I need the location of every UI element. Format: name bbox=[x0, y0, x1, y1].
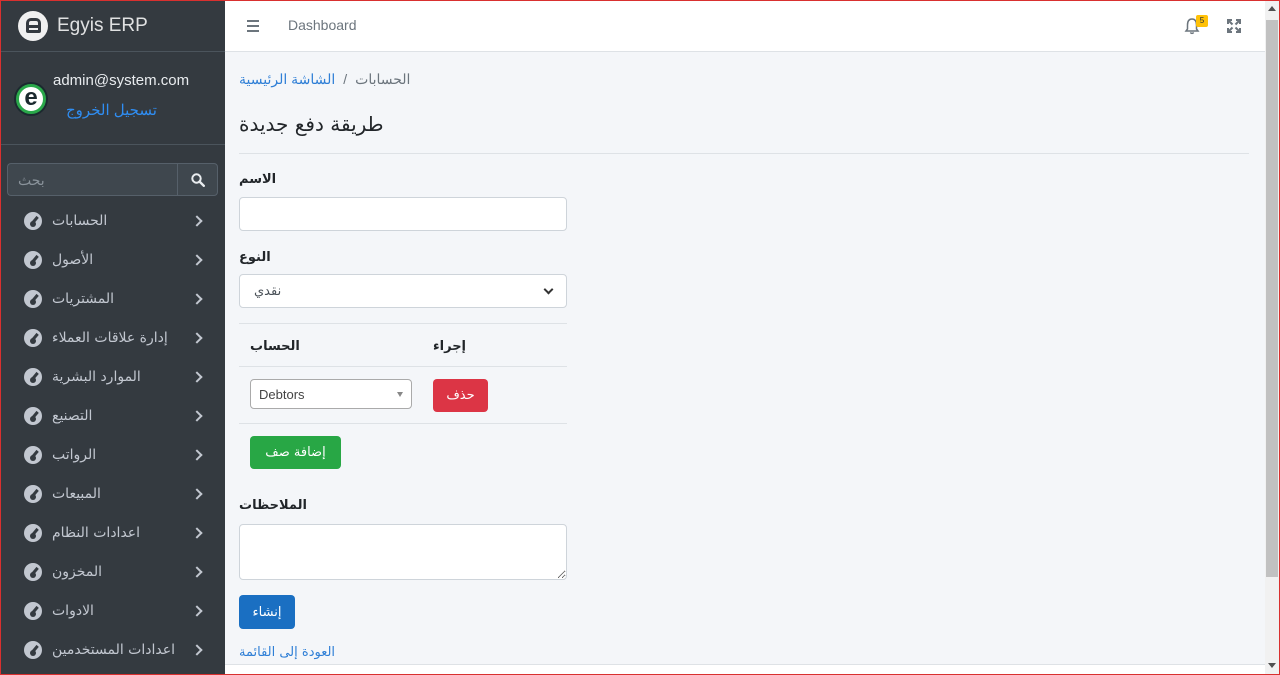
sidebar-item-label: اعدادات المستخدمين bbox=[52, 641, 175, 658]
account-select[interactable]: Debtors bbox=[250, 379, 412, 409]
logout-link[interactable]: تسجيل الخروج bbox=[66, 101, 157, 119]
breadcrumb-separator: / bbox=[343, 71, 348, 87]
chevron-left-icon bbox=[191, 604, 203, 617]
dashboard-gauge-icon bbox=[24, 250, 42, 269]
column-header-action: إجراء bbox=[433, 339, 467, 354]
user-email[interactable]: admin@system.com bbox=[53, 72, 189, 89]
chevron-left-icon bbox=[191, 331, 203, 344]
type-select-value: نقدي bbox=[254, 283, 282, 299]
column-header-account: الحساب bbox=[250, 339, 300, 354]
sidebar-item-label: المخزون bbox=[52, 563, 103, 580]
breadcrumb-current: الحسابات bbox=[355, 71, 411, 87]
sidebar-search bbox=[7, 163, 218, 196]
account-select-value: Debtors bbox=[259, 386, 305, 402]
chevron-left-icon bbox=[191, 448, 203, 461]
sidebar-item-hr[interactable]: الموارد البشرية bbox=[0, 357, 225, 396]
dashboard-gauge-icon bbox=[24, 367, 42, 386]
chevron-left-icon bbox=[191, 370, 203, 383]
top-navbar: Dashboard 5 bbox=[225, 0, 1280, 52]
dashboard-gauge-icon bbox=[24, 328, 42, 347]
page-title: طريقة دفع جديدة bbox=[239, 112, 384, 136]
chevron-left-icon bbox=[191, 409, 203, 422]
table-header: الحساب إجراء bbox=[239, 323, 567, 367]
chevron-left-icon bbox=[191, 643, 203, 656]
user-panel: e admin@system.com تسجيل الخروج bbox=[0, 52, 225, 145]
name-label: الاسم bbox=[239, 172, 277, 187]
dashboard-gauge-icon bbox=[24, 601, 42, 620]
notification-badge: 5 bbox=[1196, 15, 1208, 27]
name-input[interactable] bbox=[239, 197, 567, 231]
sidebar-item-system-settings[interactable]: اعدادات النظام bbox=[0, 513, 225, 552]
chevron-left-icon bbox=[191, 214, 203, 227]
brand-logo-icon bbox=[18, 10, 48, 41]
sidebar-item-label: الرواتب bbox=[52, 446, 97, 463]
sidebar-item-label: الأصول bbox=[52, 251, 94, 268]
dashboard-gauge-icon bbox=[24, 406, 42, 425]
sidebar-search-input[interactable] bbox=[7, 163, 177, 196]
fullscreen-icon[interactable] bbox=[1227, 19, 1241, 33]
sidebar: Egyis ERP e admin@system.com تسجيل الخرو… bbox=[0, 0, 225, 675]
notes-label: الملاحظات bbox=[239, 498, 307, 513]
type-label: النوع bbox=[239, 250, 271, 265]
sidebar-item-label: الحسابات bbox=[52, 212, 108, 229]
sidebar-item-inventory[interactable]: المخزون bbox=[0, 552, 225, 591]
dashboard-link[interactable]: Dashboard bbox=[288, 17, 357, 33]
scroll-up-arrow-icon[interactable] bbox=[1268, 6, 1276, 11]
add-row-button[interactable]: إضافة صف bbox=[250, 436, 341, 469]
sidebar-item-label: الموارد البشرية bbox=[52, 368, 141, 385]
chevron-left-icon bbox=[191, 253, 203, 266]
accounts-table: الحساب إجراء Debtors حذف bbox=[239, 323, 567, 424]
breadcrumb: الشاشة الرئيسية / الحسابات bbox=[239, 71, 410, 88]
dashboard-gauge-icon bbox=[24, 523, 42, 542]
sidebar-item-label: إدارة علاقات العملاء bbox=[52, 329, 168, 346]
chevron-down-icon bbox=[543, 284, 554, 295]
dashboard-gauge-icon bbox=[24, 289, 42, 308]
breadcrumb-home-link[interactable]: الشاشة الرئيسية bbox=[239, 71, 335, 88]
notes-textarea[interactable] bbox=[239, 524, 567, 580]
create-button[interactable]: إنشاء bbox=[239, 595, 295, 629]
type-select[interactable]: نقدي bbox=[239, 274, 567, 308]
delete-row-button[interactable]: حذف bbox=[433, 379, 488, 412]
chevron-left-icon bbox=[191, 565, 203, 578]
sidebar-item-label: اعدادات النظام bbox=[52, 524, 141, 541]
sidebar-item-label: المشتريات bbox=[52, 290, 115, 307]
sidebar-item-label: المبيعات bbox=[52, 485, 101, 502]
sidebar-nav: الحسابات الأصول المشتريات إدارة علاقات ا… bbox=[0, 201, 225, 669]
sidebar-item-user-settings[interactable]: اعدادات المستخدمين bbox=[0, 630, 225, 669]
avatar: e bbox=[14, 82, 48, 116]
table-row: Debtors حذف bbox=[239, 367, 567, 424]
sidebar-item-sales[interactable]: المبيعات bbox=[0, 474, 225, 513]
caret-down-icon bbox=[397, 391, 403, 397]
scrollbar-thumb[interactable] bbox=[1266, 20, 1278, 577]
dashboard-gauge-icon bbox=[24, 211, 42, 230]
chevron-left-icon bbox=[191, 487, 203, 500]
back-to-list-link[interactable]: العودة إلى القائمة bbox=[239, 645, 335, 660]
sidebar-item-crm[interactable]: إدارة علاقات العملاء bbox=[0, 318, 225, 357]
brand[interactable]: Egyis ERP bbox=[0, 0, 225, 52]
footer-edge bbox=[225, 664, 1265, 675]
dashboard-gauge-icon bbox=[24, 484, 42, 503]
chevron-left-icon bbox=[191, 292, 203, 305]
sidebar-item-payroll[interactable]: الرواتب bbox=[0, 435, 225, 474]
dashboard-gauge-icon bbox=[24, 640, 42, 659]
chevron-left-icon bbox=[191, 526, 203, 539]
sidebar-item-manufacturing[interactable]: التصنيع bbox=[0, 396, 225, 435]
divider bbox=[239, 153, 1249, 154]
brand-name: Egyis ERP bbox=[57, 14, 148, 36]
sidebar-item-tools[interactable]: الادوات bbox=[0, 591, 225, 630]
sidebar-item-accounts[interactable]: الحسابات bbox=[0, 201, 225, 240]
menu-toggle-icon[interactable] bbox=[247, 20, 259, 32]
main-content: الشاشة الرئيسية / الحسابات طريقة دفع جدي… bbox=[225, 52, 1265, 664]
dashboard-gauge-icon bbox=[24, 445, 42, 464]
scroll-down-arrow-icon[interactable] bbox=[1268, 663, 1276, 668]
dashboard-gauge-icon bbox=[24, 562, 42, 581]
search-icon bbox=[190, 172, 205, 187]
sidebar-item-assets[interactable]: الأصول bbox=[0, 240, 225, 279]
sidebar-item-label: التصنيع bbox=[52, 407, 93, 424]
sidebar-item-purchases[interactable]: المشتريات bbox=[0, 279, 225, 318]
search-button[interactable] bbox=[177, 163, 218, 196]
sidebar-item-label: الادوات bbox=[52, 602, 94, 619]
